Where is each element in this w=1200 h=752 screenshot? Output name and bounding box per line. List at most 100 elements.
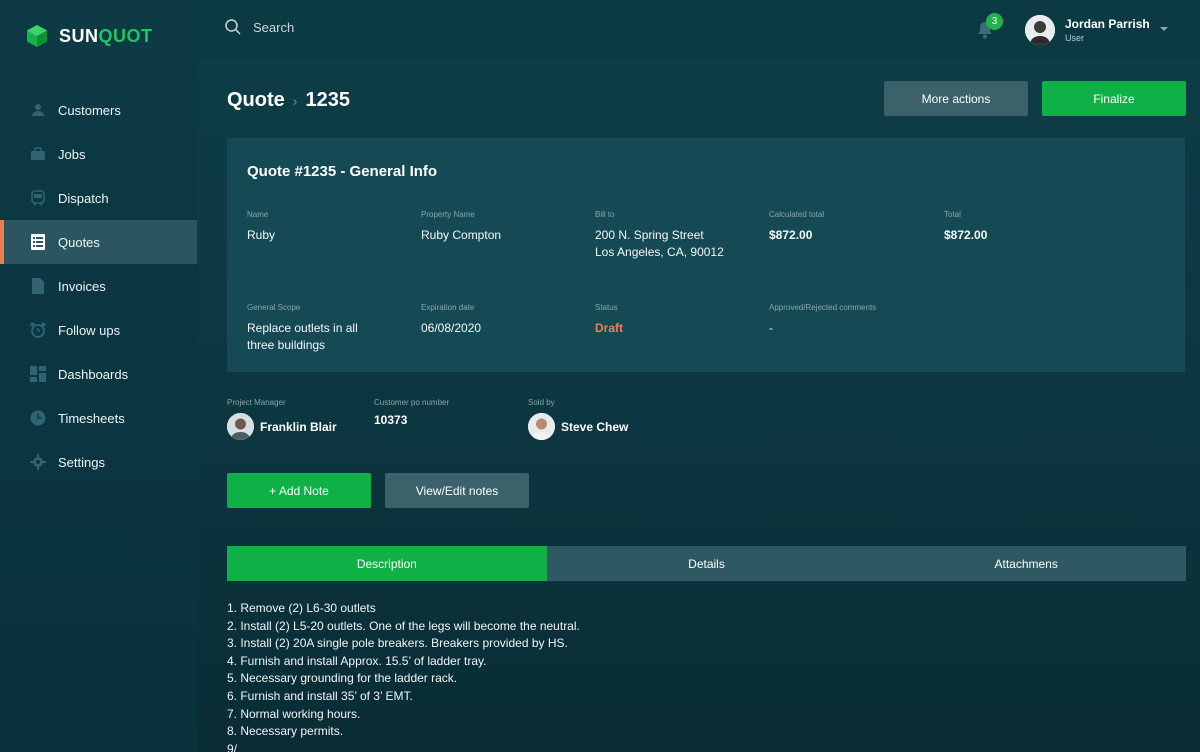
top-bar: 3 Jordan Parrish User (197, 0, 1200, 60)
project-manager[interactable]: Franklin Blair (227, 413, 337, 440)
description-line: 5. Necessary grounding for the ladder ra… (227, 671, 458, 686)
address-line1: 200 N. Spring Street (595, 228, 704, 242)
brand-name-part1: SUN (59, 25, 99, 46)
avatar (227, 413, 254, 440)
brand-name: SUNQUOT (59, 26, 153, 47)
customer-po: 10373 (374, 413, 407, 427)
scope-line2: three buildings (247, 338, 326, 352)
breadcrumb-root[interactable]: Quote (227, 89, 285, 112)
field-value: Ruby Compton (421, 228, 502, 242)
user-name: Jordan Parrish (1065, 17, 1150, 31)
alarm-clock-icon (30, 322, 46, 338)
field-label: General Scope (247, 303, 301, 312)
description-line: 8. Necessary permits. (227, 724, 344, 739)
tab-bar: Description Details Attachmens (227, 546, 1186, 581)
clock-icon (30, 410, 46, 426)
field-value: Replace outlets in all three buildings (247, 320, 358, 354)
field-expiration-date: Expiration date 06/08/2020 (421, 303, 481, 337)
avatar (1025, 15, 1055, 45)
view-edit-notes-button[interactable]: View/Edit notes (385, 473, 529, 508)
sold-by-name: Steve Chew (561, 419, 629, 434)
sidebar-item-label: Quotes (58, 234, 100, 250)
field-value: Ruby (247, 228, 276, 242)
field-value: - (769, 321, 773, 335)
add-note-button[interactable]: + Add Note (227, 473, 371, 508)
sidebar-item-label: Invoices (58, 278, 106, 294)
briefcase-icon (30, 146, 46, 162)
breadcrumb-current: 1235 (305, 89, 350, 111)
description-line: 9/ (227, 741, 238, 752)
project-manager-label: Project Manager (227, 398, 286, 407)
user-role: User (1065, 33, 1085, 43)
notification-badge: 3 (986, 13, 1003, 30)
more-actions-button[interactable]: More actions (884, 81, 1028, 116)
search-input[interactable] (253, 19, 453, 35)
user-icon (30, 102, 46, 118)
field-label: Bill to (595, 210, 615, 219)
field-name: Name Ruby (247, 210, 275, 244)
bus-icon (30, 190, 46, 206)
field-value: 06/08/2020 (421, 321, 482, 335)
sidebar-item-label: Customers (58, 102, 121, 118)
finalize-button[interactable]: Finalize (1042, 81, 1186, 116)
field-label: Expiration date (421, 303, 475, 312)
sidebar-item-follow-ups[interactable]: Follow ups (0, 308, 197, 352)
chevron-right-icon: › (292, 92, 298, 109)
document-icon (30, 278, 46, 294)
field-bill-to: Bill to 200 N. Spring Street Los Angeles… (595, 210, 724, 261)
sidebar-item-label: Dashboards (58, 366, 129, 382)
search-icon (225, 19, 241, 35)
field-calculated-total: Calculated total $872.00 (769, 210, 824, 244)
field-value: 200 N. Spring Street Los Angeles, CA, 90… (595, 227, 724, 261)
field-value: $872.00 (944, 228, 988, 242)
field-total: Total $872.00 (944, 210, 987, 244)
field-label: Status (595, 303, 618, 312)
field-label: Approved/Rejected comments (769, 303, 877, 312)
chevron-down-icon[interactable] (1159, 26, 1169, 33)
sidebar-item-label: Timesheets (58, 410, 125, 426)
brand-logo[interactable]: SUNQUOT (26, 24, 153, 48)
sidebar-item-quotes[interactable]: Quotes (0, 220, 197, 264)
sidebar-item-label: Jobs (58, 146, 86, 162)
sidebar-item-invoices[interactable]: Invoices (0, 264, 197, 308)
sidebar-item-customers[interactable]: Customers (0, 88, 197, 132)
cube-logo-icon (27, 25, 47, 47)
sidebar-item-dispatch[interactable]: Dispatch (0, 176, 197, 220)
field-label: Calculated total (769, 210, 825, 219)
status-badge: Draft (595, 321, 624, 335)
project-manager-name: Franklin Blair (260, 419, 337, 434)
breadcrumb: Quote › 1235 (227, 89, 350, 112)
sold-by[interactable]: Steve Chew (528, 413, 628, 440)
scope-line1: Replace outlets in all (247, 321, 358, 335)
field-property-name: Property Name Ruby Compton (421, 210, 501, 244)
field-comments: Approved/Rejected comments - (769, 303, 876, 337)
sidebar-item-label: Settings (58, 454, 105, 470)
description-line: 7. Normal working hours. (227, 706, 361, 721)
field-general-scope: General Scope Replace outlets in all thr… (247, 303, 358, 354)
card-title: Quote #1235 - General Info (247, 163, 438, 180)
sidebar-item-timesheets[interactable]: Timesheets (0, 396, 197, 440)
description-line: 1. Remove (2) L6-30 outlets (227, 601, 376, 615)
description-line: 3. Install (2) 20A single pole breakers.… (227, 636, 568, 651)
sidebar-item-label: Follow ups (58, 322, 121, 338)
avatar (528, 413, 555, 440)
description-line: 4. Furnish and install Approx. 15.5’ of … (227, 653, 487, 668)
tab-description[interactable]: Description (227, 546, 547, 581)
tab-attachments[interactable]: Attachmens (866, 546, 1186, 581)
field-label: Name (247, 210, 269, 219)
tab-details[interactable]: Details (547, 546, 867, 581)
main-content: 3 Jordan Parrish User Quote › 1235 More … (197, 0, 1200, 752)
sold-by-label: Sold by (528, 398, 555, 407)
grid-icon (30, 366, 46, 382)
list-icon (30, 234, 46, 250)
search-bar[interactable] (225, 19, 453, 35)
sidebar-nav: Customers Jobs Dispatch Quotes Invoices (0, 88, 197, 484)
sidebar-item-dashboards[interactable]: Dashboards (0, 352, 197, 396)
description-list: 1. Remove (2) L6-30 outlets 2. Install (… (227, 600, 1127, 752)
sidebar-item-jobs[interactable]: Jobs (0, 132, 197, 176)
address-line2: Los Angeles, CA, 90012 (595, 245, 724, 259)
sidebar-item-label: Dispatch (58, 190, 109, 206)
sidebar-item-settings[interactable]: Settings (0, 440, 197, 484)
user-menu[interactable]: Jordan Parrish User (1025, 15, 1150, 45)
field-label: Total (944, 210, 961, 219)
